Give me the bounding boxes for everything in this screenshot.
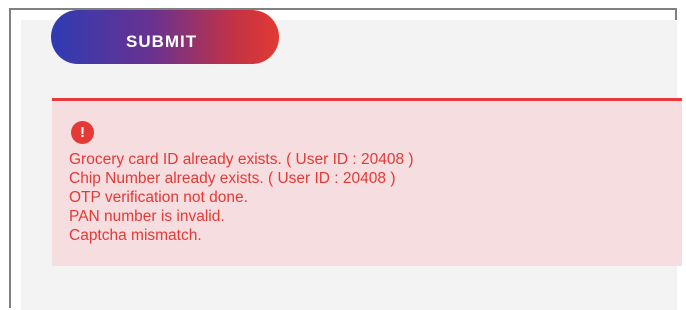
exclamation-circle-icon: ! [71,121,94,144]
error-message: PAN number is invalid. [69,208,225,225]
error-message: Grocery card ID already exists. ( User I… [69,151,414,168]
error-message-list: Grocery card ID already exists. ( User I… [69,150,414,245]
page-frame: SUBMIT ! Grocery card ID already exists.… [9,8,682,310]
error-message: Chip Number already exists. ( User ID : … [69,170,396,187]
error-alert: ! Grocery card ID already exists. ( User… [52,98,682,266]
form-panel: SUBMIT ! Grocery card ID already exists.… [21,10,682,310]
error-message: OTP verification not done. [69,189,248,206]
error-message: Captcha mismatch. [69,227,202,244]
submit-button[interactable]: SUBMIT [51,10,279,64]
